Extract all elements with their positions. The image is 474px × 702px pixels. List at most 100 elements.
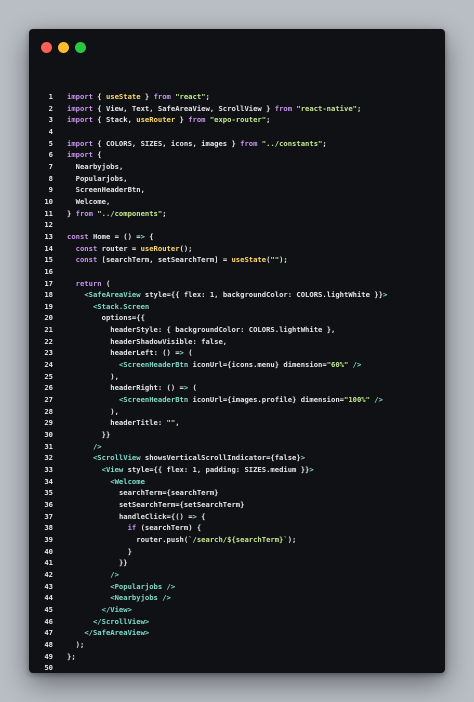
- code-line: 6 import {: [29, 149, 445, 161]
- code-line: 37 handleClick={() => {: [29, 511, 445, 523]
- line-number: 33: [44, 465, 53, 474]
- code-line: 15 const [searchTerm, setSearchTerm] = u…: [29, 254, 445, 266]
- code-text: import { View, Text, SafeAreaView, Scrol…: [67, 103, 362, 113]
- line-number: 31: [44, 441, 53, 451]
- line-number: 16: [44, 266, 53, 276]
- code-text: ScreenHeaderBtn,: [75, 185, 145, 195]
- code-text: import {: [67, 150, 102, 160]
- code-line: 25 ),: [29, 371, 445, 383]
- line-number: 30: [44, 430, 53, 440]
- code-line: 34 <Welcome: [29, 476, 445, 488]
- code-line: 35 searchTerm={searchTerm}: [29, 487, 445, 499]
- line-number: 47: [44, 628, 53, 638]
- code-text: headerShadowVisible: false,: [110, 336, 228, 346]
- code-text: import { useState } from "react";: [67, 92, 210, 101]
- line-number: 4: [48, 126, 53, 136]
- code-text: import { Stack, useRouter } from "expo-r…: [67, 115, 271, 125]
- line-number: 37: [44, 511, 53, 521]
- code-line: 50: [29, 662, 445, 673]
- code-text: </SafeAreaView>: [84, 628, 150, 638]
- code-line: 40 }: [29, 546, 445, 558]
- line-number: 46: [44, 616, 53, 626]
- line-number: 23: [44, 348, 53, 358]
- code-line: 44 <Nearbyjobs />: [29, 592, 445, 604]
- code-line: 22 headerShadowVisible: false,: [29, 336, 445, 348]
- code-text: />: [92, 441, 102, 451]
- code-line: 38 if (searchTerm) {: [29, 522, 445, 534]
- code-text: <SafeAreaView style={{ flex: 1, backgrou…: [84, 290, 388, 300]
- line-number: 32: [44, 453, 53, 463]
- code-line: 41 }}: [29, 557, 445, 569]
- line-number: 43: [44, 581, 53, 591]
- line-number: 11: [44, 208, 53, 218]
- code-line: 24 <ScreenHeaderBtn iconUrl={icons.menu}…: [29, 359, 445, 371]
- code-line: 42 />: [29, 569, 445, 581]
- code-text: }: [127, 546, 132, 556]
- code-text: </View>: [101, 604, 132, 614]
- line-number: 35: [44, 488, 53, 498]
- line-number: 2: [48, 103, 53, 113]
- code-line: 36 setSearchTerm={setSearchTerm}: [29, 499, 445, 511]
- code-text: const router = useRouter();: [75, 243, 193, 253]
- line-number: 41: [44, 558, 53, 568]
- maximize-button[interactable]: [75, 42, 86, 53]
- code-text: return (: [75, 278, 111, 288]
- line-number: 26: [44, 383, 53, 393]
- code-line: 26 headerRight: () => (: [29, 382, 445, 394]
- code-line: 5 import { COLORS, SIZES, icons, images }…: [29, 138, 445, 150]
- code-line: 29 headerTitle: "",: [29, 417, 445, 429]
- line-number: 36: [44, 499, 53, 509]
- code-line: 49};: [29, 651, 445, 663]
- code-line: 7 Nearbyjobs,: [29, 161, 445, 173]
- code-line: 12: [29, 219, 445, 231]
- line-number: 13: [44, 231, 53, 241]
- code-line: 39 router.push(`/search/${searchTerm}`);: [29, 534, 445, 546]
- line-number: 48: [44, 639, 53, 649]
- code-line: 20 options={{: [29, 312, 445, 324]
- minimize-button[interactable]: [58, 42, 69, 53]
- code-line: 10 Welcome,: [29, 196, 445, 208]
- line-number: 3: [48, 115, 53, 125]
- line-number: 9: [48, 185, 53, 195]
- code-line: 21 headerStyle: { backgroundColor: COLOR…: [29, 324, 445, 336]
- code-line: 9 ScreenHeaderBtn,: [29, 184, 445, 196]
- code-line: 16: [29, 266, 445, 278]
- code-line: 8 Popularjobs,: [29, 173, 445, 185]
- line-number: 25: [44, 371, 53, 381]
- line-number: 12: [44, 220, 53, 230]
- line-number: 28: [44, 406, 53, 416]
- code-line: 14 const router = useRouter();: [29, 243, 445, 255]
- line-number: 8: [48, 173, 53, 183]
- code-line: 13 const Home = () => {: [29, 231, 445, 243]
- line-number: 40: [44, 546, 53, 556]
- code-text: const Home = () => {: [67, 231, 154, 241]
- line-number: 6: [48, 150, 53, 160]
- code-line: 30 }}: [29, 429, 445, 441]
- code-text: Nearbyjobs,: [75, 161, 124, 171]
- line-number: 18: [44, 290, 53, 300]
- window-titlebar: [29, 29, 445, 69]
- code-text: </ScrollView>: [92, 616, 150, 626]
- code-line: 11} from "../components";: [29, 208, 445, 220]
- code-text: <ScrollView showsVerticalScrollIndicator…: [92, 453, 306, 463]
- code-line: 1 import { useState } from "react";: [29, 91, 445, 103]
- code-text: );: [75, 639, 85, 649]
- line-number: 27: [44, 395, 53, 405]
- line-number: 42: [44, 569, 53, 579]
- close-button[interactable]: [41, 42, 52, 53]
- code-line: 33 <View style={{ flex: 1, padding: SIZE…: [29, 464, 445, 476]
- line-number: 14: [44, 243, 53, 253]
- code-text: <ScreenHeaderBtn iconUrl={images.profile…: [118, 395, 383, 405]
- code-line: 17 return (: [29, 278, 445, 290]
- code-line: 18 <SafeAreaView style={{ flex: 1, backg…: [29, 289, 445, 301]
- code-text: headerStyle: { backgroundColor: COLORS.l…: [110, 325, 336, 335]
- line-number: 49: [44, 651, 53, 661]
- code-text: headerRight: () => (: [110, 383, 197, 393]
- line-number: 34: [44, 476, 53, 486]
- line-number: 1: [48, 92, 53, 101]
- line-number: 24: [44, 360, 53, 370]
- code-text: <ScreenHeaderBtn iconUrl={icons.menu} di…: [118, 360, 362, 370]
- code-line: 3 import { Stack, useRouter } from "expo-…: [29, 114, 445, 126]
- code-text: }}: [101, 430, 111, 440]
- code-text: if (searchTerm) {: [127, 523, 202, 533]
